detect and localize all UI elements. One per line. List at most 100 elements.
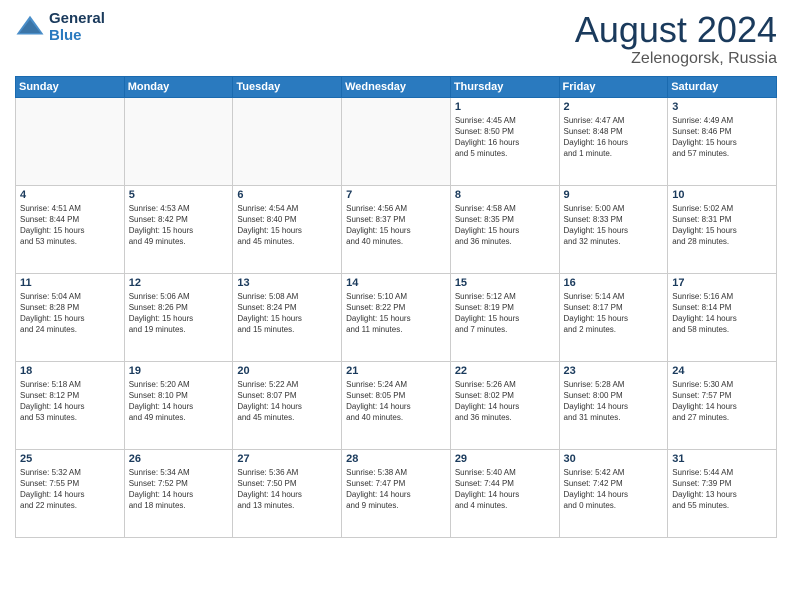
day-number: 11 [20, 277, 120, 289]
day-info: Sunrise: 4:47 AM Sunset: 8:48 PM Dayligh… [564, 115, 664, 160]
day-info: Sunrise: 5:12 AM Sunset: 8:19 PM Dayligh… [455, 291, 555, 336]
calendar-cell: 27 Sunrise: 5:36 AM Sunset: 7:50 PM Dayli… [233, 449, 342, 537]
calendar-cell: 19 Sunrise: 5:20 AM Sunset: 8:10 PM Dayli… [124, 361, 233, 449]
day-number: 1 [455, 101, 555, 113]
day-info: Sunrise: 5:44 AM Sunset: 7:39 PM Dayligh… [672, 467, 772, 512]
day-number: 16 [564, 277, 664, 289]
col-wednesday: Wednesday [342, 76, 451, 97]
calendar-cell: 30 Sunrise: 5:42 AM Sunset: 7:42 PM Dayli… [559, 449, 668, 537]
location: Zelenogorsk, Russia [575, 50, 777, 68]
calendar-cell: 2 Sunrise: 4:47 AM Sunset: 8:48 PM Daylig… [559, 97, 668, 185]
logo-icon [15, 12, 45, 42]
day-number: 3 [672, 101, 772, 113]
col-monday: Monday [124, 76, 233, 97]
day-info: Sunrise: 5:38 AM Sunset: 7:47 PM Dayligh… [346, 467, 446, 512]
calendar-cell: 16 Sunrise: 5:14 AM Sunset: 8:17 PM Dayli… [559, 273, 668, 361]
day-info: Sunrise: 4:45 AM Sunset: 8:50 PM Dayligh… [455, 115, 555, 160]
calendar-cell: 20 Sunrise: 5:22 AM Sunset: 8:07 PM Dayli… [233, 361, 342, 449]
day-number: 4 [20, 189, 120, 201]
day-number: 26 [129, 453, 229, 465]
calendar-cell [124, 97, 233, 185]
logo-text: General Blue [49, 10, 105, 44]
calendar-cell: 18 Sunrise: 5:18 AM Sunset: 8:12 PM Dayli… [16, 361, 125, 449]
day-number: 30 [564, 453, 664, 465]
calendar-cell: 5Sunrise: 4:53 AM Sunset: 8:42 PM Daylig… [124, 185, 233, 273]
calendar-header-row: Sunday Monday Tuesday Wednesday Thursday… [16, 76, 777, 97]
calendar-cell [233, 97, 342, 185]
day-info: Sunrise: 5:08 AM Sunset: 8:24 PM Dayligh… [237, 291, 337, 336]
day-number: 6 [237, 189, 337, 201]
day-info: Sunrise: 5:24 AM Sunset: 8:05 PM Dayligh… [346, 379, 446, 424]
day-info: Sunrise: 5:30 AM Sunset: 7:57 PM Dayligh… [672, 379, 772, 424]
day-info: Sunrise: 5:04 AM Sunset: 8:28 PM Dayligh… [20, 291, 120, 336]
day-number: 29 [455, 453, 555, 465]
day-info: Sunrise: 5:16 AM Sunset: 8:14 PM Dayligh… [672, 291, 772, 336]
day-number: 5 [129, 189, 229, 201]
logo-blue-text: Blue [49, 27, 105, 44]
month-year: August 2024 [575, 10, 777, 50]
day-number: 2 [564, 101, 664, 113]
day-info: Sunrise: 5:32 AM Sunset: 7:55 PM Dayligh… [20, 467, 120, 512]
calendar-cell: 28 Sunrise: 5:38 AM Sunset: 7:47 PM Dayli… [342, 449, 451, 537]
day-info: Sunrise: 5:02 AM Sunset: 8:31 PM Dayligh… [672, 203, 772, 248]
calendar-cell: 31 Sunrise: 5:44 AM Sunset: 7:39 PM Dayli… [668, 449, 777, 537]
calendar-cell: 7Sunrise: 4:56 AM Sunset: 8:37 PM Daylig… [342, 185, 451, 273]
day-number: 27 [237, 453, 337, 465]
calendar-cell: 6 Sunrise: 4:54 AM Sunset: 8:40 PM Daylig… [233, 185, 342, 273]
day-number: 23 [564, 365, 664, 377]
day-number: 9 [564, 189, 664, 201]
calendar-cell: 13Sunrise: 5:08 AM Sunset: 8:24 PM Dayli… [233, 273, 342, 361]
calendar-cell: 4 Sunrise: 4:51 AM Sunset: 8:44 PM Daylig… [16, 185, 125, 273]
day-info: Sunrise: 5:10 AM Sunset: 8:22 PM Dayligh… [346, 291, 446, 336]
calendar-cell: 14 Sunrise: 5:10 AM Sunset: 8:22 PM Dayli… [342, 273, 451, 361]
day-info: Sunrise: 5:20 AM Sunset: 8:10 PM Dayligh… [129, 379, 229, 424]
day-info: Sunrise: 5:42 AM Sunset: 7:42 PM Dayligh… [564, 467, 664, 512]
col-saturday: Saturday [668, 76, 777, 97]
day-info: Sunrise: 5:00 AM Sunset: 8:33 PM Dayligh… [564, 203, 664, 248]
title-block: August 2024 Zelenogorsk, Russia [575, 10, 777, 68]
day-info: Sunrise: 5:26 AM Sunset: 8:02 PM Dayligh… [455, 379, 555, 424]
calendar-cell: 22 Sunrise: 5:26 AM Sunset: 8:02 PM Dayli… [450, 361, 559, 449]
day-number: 18 [20, 365, 120, 377]
calendar-cell [342, 97, 451, 185]
logo: General Blue [15, 10, 105, 44]
day-number: 22 [455, 365, 555, 377]
calendar: Sunday Monday Tuesday Wednesday Thursday… [15, 76, 777, 538]
day-info: Sunrise: 4:54 AM Sunset: 8:40 PM Dayligh… [237, 203, 337, 248]
col-thursday: Thursday [450, 76, 559, 97]
day-number: 24 [672, 365, 772, 377]
calendar-cell: 11 Sunrise: 5:04 AM Sunset: 8:28 PM Dayli… [16, 273, 125, 361]
day-number: 12 [129, 277, 229, 289]
day-number: 14 [346, 277, 446, 289]
day-info: Sunrise: 4:58 AM Sunset: 8:35 PM Dayligh… [455, 203, 555, 248]
calendar-week-1: 1 Sunrise: 4:45 AM Sunset: 8:50 PM Daylig… [16, 97, 777, 185]
calendar-cell: 10 Sunrise: 5:02 AM Sunset: 8:31 PM Dayli… [668, 185, 777, 273]
day-info: Sunrise: 5:40 AM Sunset: 7:44 PM Dayligh… [455, 467, 555, 512]
day-info: Sunrise: 5:34 AM Sunset: 7:52 PM Dayligh… [129, 467, 229, 512]
calendar-cell: 29 Sunrise: 5:40 AM Sunset: 7:44 PM Dayli… [450, 449, 559, 537]
day-info: Sunrise: 5:18 AM Sunset: 8:12 PM Dayligh… [20, 379, 120, 424]
day-info: Sunrise: 4:49 AM Sunset: 8:46 PM Dayligh… [672, 115, 772, 160]
day-info: Sunrise: 4:56 AM Sunset: 8:37 PM Dayligh… [346, 203, 446, 248]
calendar-cell: 8 Sunrise: 4:58 AM Sunset: 8:35 PM Daylig… [450, 185, 559, 273]
day-info: Sunrise: 5:14 AM Sunset: 8:17 PM Dayligh… [564, 291, 664, 336]
day-number: 15 [455, 277, 555, 289]
calendar-cell: 26 Sunrise: 5:34 AM Sunset: 7:52 PM Dayli… [124, 449, 233, 537]
col-tuesday: Tuesday [233, 76, 342, 97]
day-info: Sunrise: 5:36 AM Sunset: 7:50 PM Dayligh… [237, 467, 337, 512]
day-info: Sunrise: 5:28 AM Sunset: 8:00 PM Dayligh… [564, 379, 664, 424]
day-number: 10 [672, 189, 772, 201]
day-info: Sunrise: 5:22 AM Sunset: 8:07 PM Dayligh… [237, 379, 337, 424]
day-number: 28 [346, 453, 446, 465]
calendar-week-2: 4 Sunrise: 4:51 AM Sunset: 8:44 PM Daylig… [16, 185, 777, 273]
day-number: 8 [455, 189, 555, 201]
day-number: 25 [20, 453, 120, 465]
calendar-cell: 1 Sunrise: 4:45 AM Sunset: 8:50 PM Daylig… [450, 97, 559, 185]
day-number: 31 [672, 453, 772, 465]
day-info: Sunrise: 4:51 AM Sunset: 8:44 PM Dayligh… [20, 203, 120, 248]
calendar-week-4: 18 Sunrise: 5:18 AM Sunset: 8:12 PM Dayli… [16, 361, 777, 449]
calendar-cell: 23 Sunrise: 5:28 AM Sunset: 8:00 PM Dayli… [559, 361, 668, 449]
day-number: 19 [129, 365, 229, 377]
day-number: 20 [237, 365, 337, 377]
page: General Blue August 2024 Zelenogorsk, Ru… [0, 0, 792, 612]
